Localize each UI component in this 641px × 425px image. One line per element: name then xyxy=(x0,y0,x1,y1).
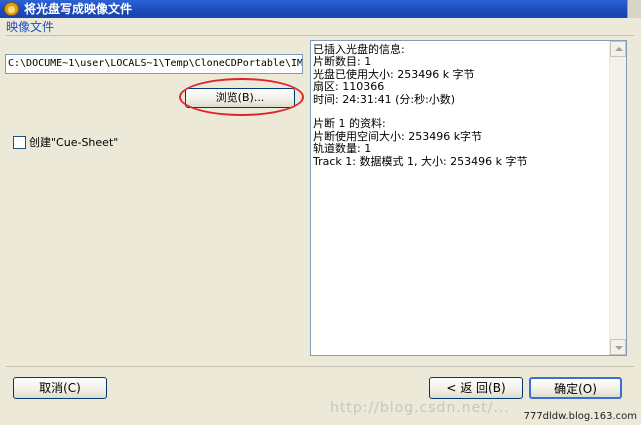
chevron-up-icon xyxy=(615,47,623,51)
ok-button[interactable]: 确定(O) xyxy=(529,377,622,399)
scroll-up-button[interactable] xyxy=(610,41,626,57)
info-line: 片断数目: 1 xyxy=(313,55,372,69)
vertical-scrollbar[interactable] xyxy=(609,41,626,355)
disc-info-text: 已插入光盘的信息: 片断数目: 1 光盘已使用大小: 253496 k 字节 扇区: … xyxy=(313,43,608,168)
cue-sheet-label: 创建"Cue-Sheet" xyxy=(29,136,119,149)
app-icon xyxy=(4,2,19,16)
info-line: Track 1: 数据模式 1, 大小: 253496 k 字节 xyxy=(313,154,528,168)
credit-text: 777dldw.blog.163.com xyxy=(523,411,637,422)
cue-sheet-checkbox[interactable] xyxy=(13,136,26,149)
close-button[interactable] xyxy=(627,0,641,18)
image-path-field[interactable]: C:\DOCUME~1\user\LOCALS~1\Temp\CloneCDPo… xyxy=(5,54,303,74)
browse-button[interactable]: 浏览(B)... xyxy=(185,88,295,108)
cue-sheet-option[interactable]: 创建"Cue-Sheet" xyxy=(13,136,118,150)
title-bar: 将光盘写成映像文件 xyxy=(0,0,641,18)
info-line: 扇区: 110366 xyxy=(313,80,385,94)
section-label: 映像文件 xyxy=(6,20,55,34)
cancel-button[interactable]: 取消(C) xyxy=(13,377,107,399)
info-line: 轨道数量: 1 xyxy=(313,142,372,156)
chevron-down-icon xyxy=(615,346,623,350)
info-line: 片断 1 的资料: xyxy=(313,117,386,131)
watermark-text: http://blog.csdn.net/... xyxy=(330,400,510,416)
info-line: 时间: 24:31:41 (分:秒:小数) xyxy=(313,92,456,106)
scroll-down-button[interactable] xyxy=(610,339,626,355)
back-button[interactable]: < 返 回(B) xyxy=(429,377,523,399)
window-title: 将光盘写成映像文件 xyxy=(24,2,133,16)
disc-info-panel[interactable]: 已插入光盘的信息: 片断数目: 1 光盘已使用大小: 253496 k 字节 扇区: … xyxy=(310,40,627,356)
bottom-divider xyxy=(6,366,634,367)
section-divider xyxy=(6,35,634,36)
